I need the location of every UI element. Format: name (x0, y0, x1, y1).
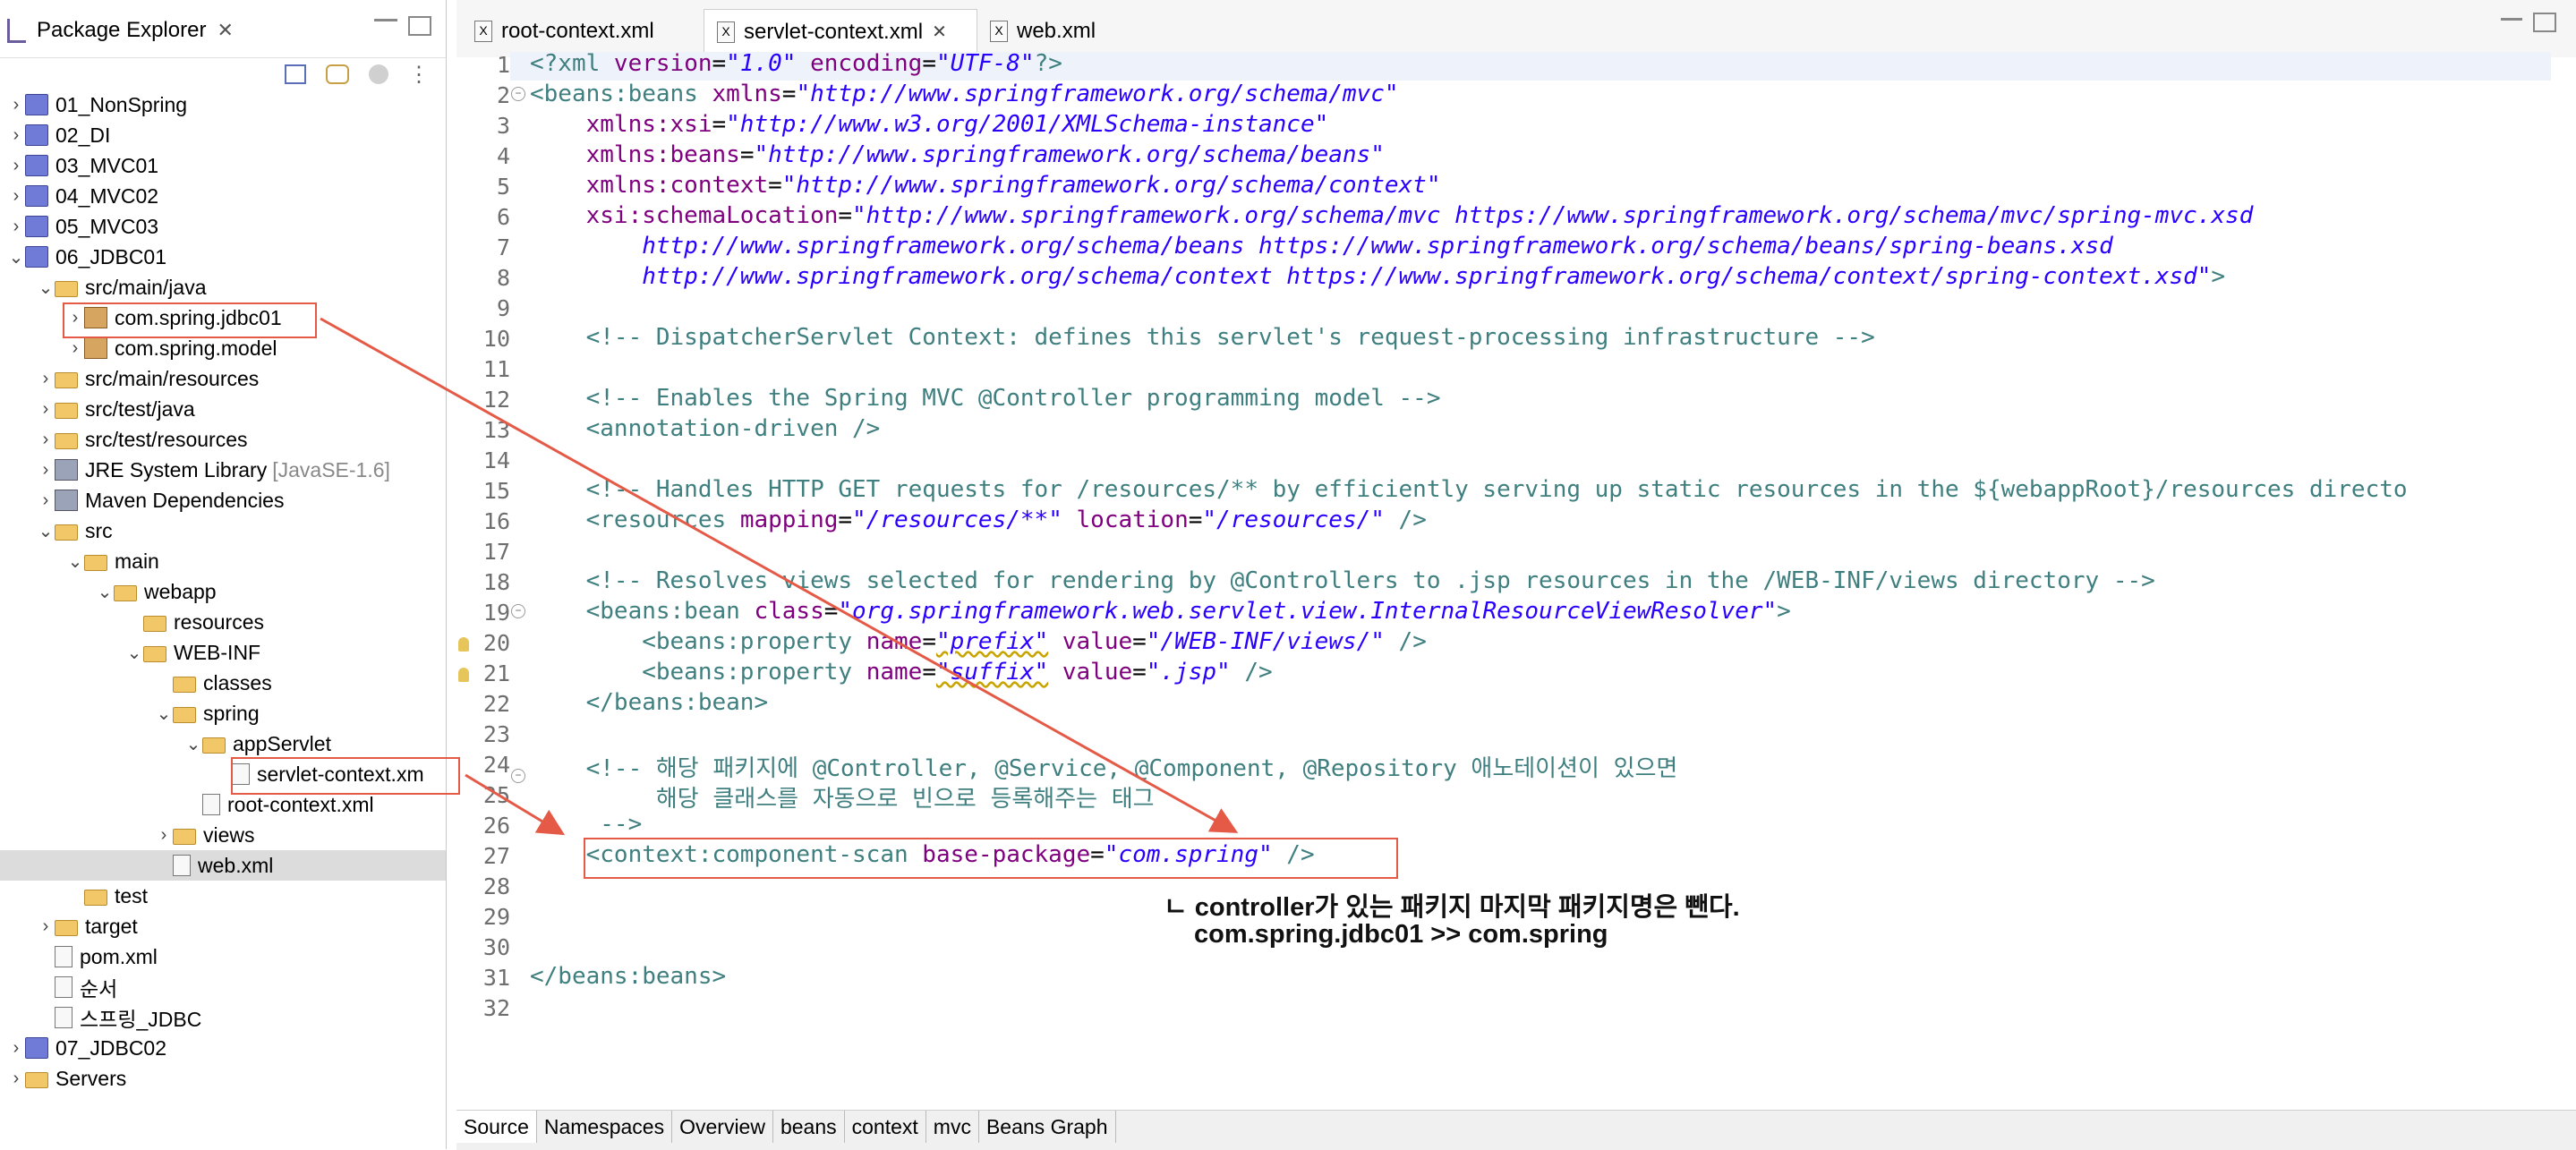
tab-overview[interactable]: Overview (672, 1111, 773, 1143)
tab-context[interactable]: context (845, 1111, 926, 1143)
arrow-file-to-scan (465, 773, 566, 836)
tab-mvc[interactable]: mvc (926, 1111, 979, 1143)
tab-source[interactable]: Source (456, 1111, 537, 1143)
arrow-package-to-scan (320, 317, 1239, 833)
annotation-note-1: ㄴ controller가 있는 패키지 마지막 패키지명은 뺀다. (1164, 893, 1740, 922)
tab-beans[interactable]: beans (773, 1111, 845, 1143)
editor-bottom-tabs: Source Namespaces Overview beans context… (456, 1110, 2576, 1150)
annotation-arrows (320, 317, 1239, 836)
tab-beans-graph[interactable]: Beans Graph (979, 1111, 1116, 1143)
annotation-note-2: com.spring.jdbc01 >> com.spring (1194, 920, 1608, 949)
tab-namespaces[interactable]: Namespaces (537, 1111, 673, 1143)
